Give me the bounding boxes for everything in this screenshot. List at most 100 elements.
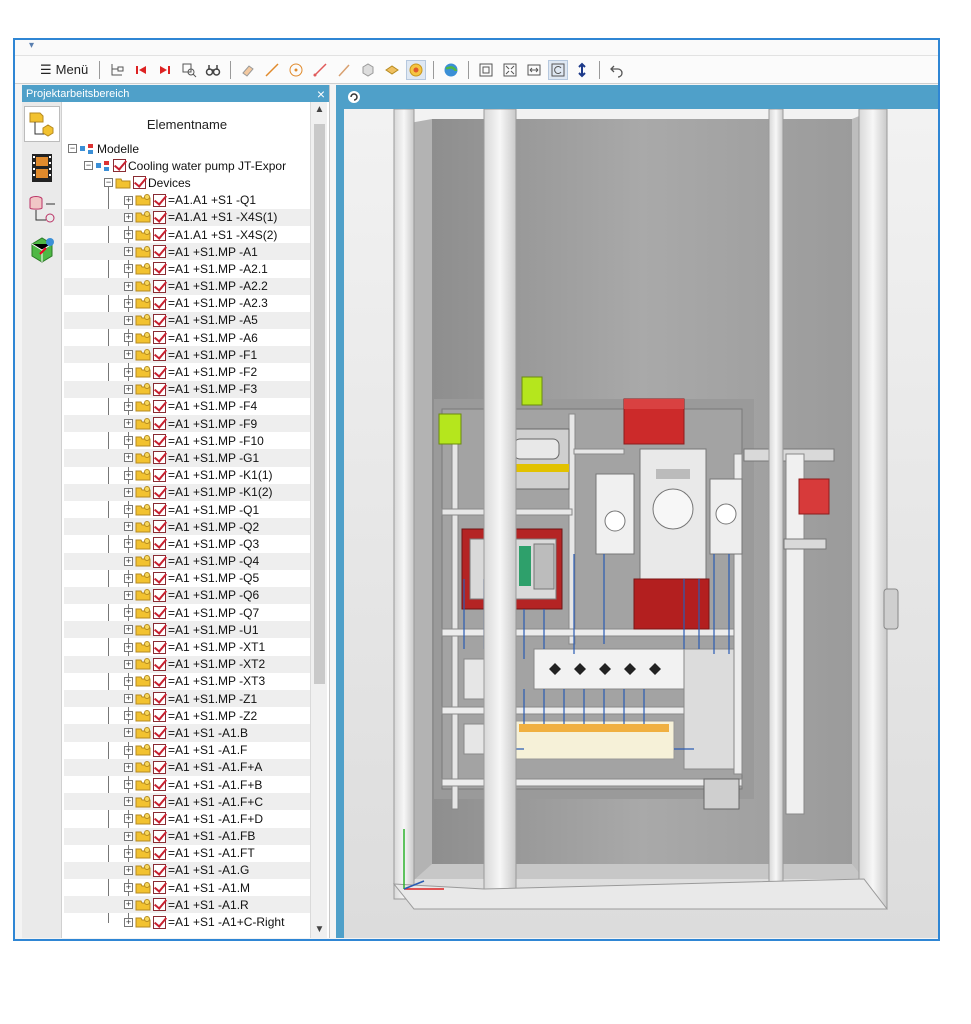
visibility-checkbox[interactable] <box>153 726 166 740</box>
tree-node-device[interactable]: + =A1 +S1.MP -A2.3 <box>64 295 310 312</box>
last-record-icon[interactable] <box>156 61 174 79</box>
target-icon[interactable] <box>287 61 305 79</box>
expand-icon[interactable]: + <box>124 470 133 480</box>
tree-node-device[interactable]: + =A1 +S1.MP -A5 <box>64 311 310 330</box>
zoom-window-icon[interactable] <box>180 61 198 79</box>
visibility-checkbox[interactable] <box>153 485 166 499</box>
visibility-checkbox[interactable] <box>153 520 166 534</box>
visibility-checkbox[interactable] <box>153 606 166 620</box>
tree-node-device[interactable]: + =A1 +S1 -A1.M <box>64 879 310 896</box>
visibility-checkbox[interactable] <box>153 451 166 465</box>
expand-icon[interactable]: + <box>124 281 133 291</box>
tree-node-device[interactable]: + =A1 +S1 -A1+C-Right <box>64 913 310 930</box>
visibility-checkbox[interactable] <box>153 399 166 413</box>
expand-icon[interactable]: + <box>124 728 133 738</box>
line-tool-icon[interactable] <box>263 61 281 79</box>
undo-icon[interactable] <box>608 61 626 79</box>
visibility-checkbox[interactable] <box>153 692 166 706</box>
visibility-checkbox[interactable] <box>133 176 146 190</box>
expand-icon[interactable]: + <box>124 745 133 755</box>
tree-node-device[interactable]: + =A1 +S1.MP -Q5 <box>64 570 310 587</box>
visibility-checkbox[interactable] <box>153 365 166 379</box>
tree-node-device[interactable]: + =A1 +S1.MP -Q2 <box>64 518 310 536</box>
tree-node-device[interactable]: + =A1 +S1.MP -Q6 <box>64 586 310 605</box>
eraser-icon[interactable] <box>239 61 257 79</box>
visibility-checkbox[interactable] <box>153 210 166 224</box>
expand-icon[interactable]: + <box>124 762 133 772</box>
tree-node-device[interactable]: + =A1 +S1 -A1.F+C <box>64 793 310 811</box>
tree-node-device[interactable]: + =A1 +S1.MP -Q7 <box>64 604 310 621</box>
tree-node-device[interactable]: + =A1 +S1.MP -A6 <box>64 329 310 346</box>
visibility-checkbox[interactable] <box>153 331 166 345</box>
tree-node-device[interactable]: + =A1 +S1.MP -XT3 <box>64 673 310 690</box>
tree-node-device[interactable]: + =A1 +S1 -A1.F+A <box>64 758 310 776</box>
tree-node-project[interactable]: − Cooling water pump JT-Expor <box>64 157 310 174</box>
visibility-checkbox[interactable] <box>153 795 166 809</box>
expand-icon[interactable]: + <box>124 298 133 308</box>
binoculars-icon[interactable] <box>204 61 222 79</box>
tree-node-device[interactable]: + =A1 +S1 -A1.R <box>64 896 310 914</box>
tree-node-device[interactable]: + =A1 +S1.MP -K1(1) <box>64 467 310 484</box>
visibility-checkbox[interactable] <box>153 863 166 877</box>
visibility-checkbox[interactable] <box>153 571 166 585</box>
visibility-checkbox[interactable] <box>153 537 166 551</box>
column-header-elementname[interactable]: Elementname <box>64 102 310 140</box>
tree-structure-icon[interactable] <box>108 61 126 79</box>
close-icon[interactable]: × <box>317 86 325 102</box>
visibility-checkbox[interactable] <box>153 262 166 276</box>
expand-icon[interactable]: + <box>124 487 133 497</box>
visibility-checkbox[interactable] <box>153 760 166 774</box>
visibility-checkbox[interactable] <box>153 623 166 637</box>
collapse-icon[interactable]: − <box>84 161 93 171</box>
globe-icon[interactable] <box>442 61 460 79</box>
expand-icon[interactable]: + <box>124 780 133 790</box>
highlight-icon[interactable] <box>406 59 427 80</box>
first-record-icon[interactable] <box>132 61 150 79</box>
expand-icon[interactable]: + <box>124 350 133 360</box>
visibility-checkbox[interactable] <box>153 279 166 293</box>
scrollbar-thumb[interactable] <box>314 124 325 684</box>
vertical-arrow-icon[interactable] <box>573 61 591 79</box>
visibility-checkbox[interactable] <box>113 159 126 173</box>
tree-node-device[interactable]: + =A1 +S1.MP -Z2 <box>64 707 310 724</box>
expand-icon[interactable]: + <box>124 333 133 343</box>
tree-node-device[interactable]: + =A1 +S1.MP -Q4 <box>64 552 310 570</box>
fit-all-icon[interactable] <box>501 61 519 79</box>
expand-icon[interactable]: + <box>124 625 133 635</box>
tab-database[interactable] <box>24 192 60 228</box>
expand-icon[interactable]: + <box>124 590 133 600</box>
expand-icon[interactable]: + <box>124 436 133 446</box>
expand-icon[interactable]: + <box>124 814 133 824</box>
rotate-view-icon[interactable] <box>548 59 569 80</box>
expand-icon[interactable]: + <box>124 384 133 394</box>
expand-icon[interactable]: + <box>124 608 133 618</box>
visibility-checkbox[interactable] <box>153 554 166 568</box>
tree-node-device[interactable]: + =A1 +S1.MP -Q1 <box>64 501 310 518</box>
expand-icon[interactable]: + <box>124 212 133 222</box>
tab-devices-tree[interactable] <box>24 106 60 142</box>
expand-icon[interactable]: + <box>124 573 133 583</box>
visibility-checkbox[interactable] <box>153 881 166 895</box>
tree-node-device[interactable]: + =A1 +S1 -A1.G <box>64 861 310 880</box>
tree-node-device[interactable]: + =A1 +S1.MP -F10 <box>64 432 310 449</box>
tree-node-device[interactable]: + =A1 +S1 -A1.B <box>64 724 310 742</box>
tree-node-device[interactable]: + =A1 +S1.MP -XT2 <box>64 655 310 673</box>
tree-node-device[interactable]: + =A1 +S1.MP -Z1 <box>64 690 310 708</box>
visibility-checkbox[interactable] <box>153 468 166 482</box>
expand-icon[interactable]: + <box>124 917 133 927</box>
tab-animation[interactable] <box>24 150 60 186</box>
tree-node-device[interactable]: + =A1 +S1 -A1.F+D <box>64 810 310 827</box>
visibility-checkbox[interactable] <box>153 228 166 242</box>
visibility-checkbox[interactable] <box>153 245 166 259</box>
measure-icon[interactable] <box>335 61 353 79</box>
tree-node-device[interactable]: + =A1 +S1.MP -G1 <box>64 449 310 467</box>
expand-icon[interactable]: + <box>124 315 133 325</box>
expand-icon[interactable]: + <box>124 505 133 515</box>
tree-node-device[interactable]: + =A1 +S1.MP -F1 <box>64 346 310 364</box>
tree-node-device[interactable]: + =A1.A1 +S1 -Q1 <box>64 192 310 209</box>
expand-icon[interactable]: + <box>124 556 133 566</box>
cabinet-3d-model[interactable] <box>344 109 938 938</box>
expand-icon[interactable]: + <box>124 522 133 532</box>
visibility-checkbox[interactable] <box>153 313 166 327</box>
tree-node-device[interactable]: + =A1.A1 +S1 -X4S(1) <box>64 208 310 226</box>
